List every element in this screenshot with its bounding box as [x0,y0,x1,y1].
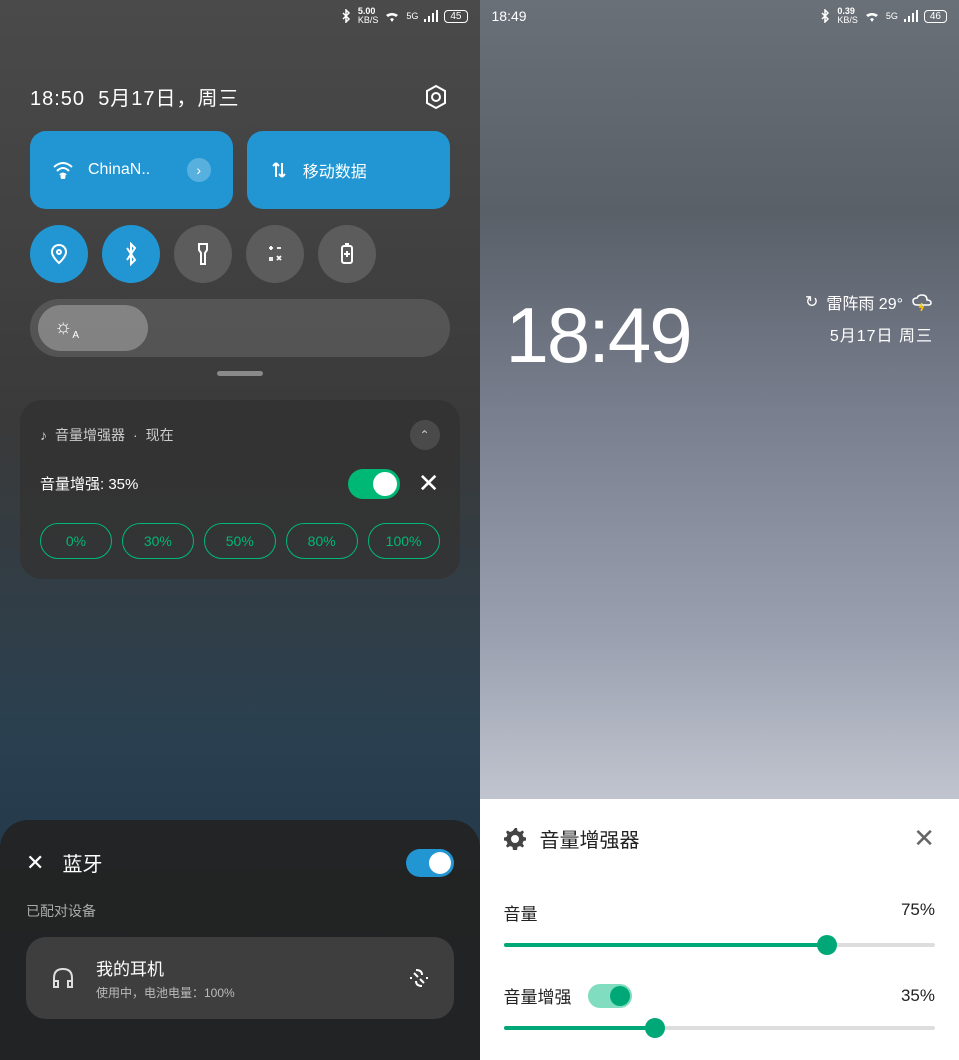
bluetooth-icon [819,9,831,23]
mobile-data-label: 移动数据 [303,158,367,182]
preset-chip-80[interactable]: 80% [286,523,358,559]
bluetooth-title: 蓝牙 [62,848,102,877]
sheet-title: 音量增强器 [540,824,640,853]
header-date: 5月17日，周三 [98,88,239,110]
status-speed: 0.39KB/S [837,7,858,25]
notif-when: 现在 [146,425,174,445]
quick-settings-tiles: ChinaN.. › 移动数据 [0,131,480,376]
status-speed: 5.00KB/S [358,7,379,25]
boost-slider[interactable] [504,1026,936,1030]
calculator-toggle[interactable] [246,225,304,283]
quick-settings-header: 18:50 5月17日，周三 [0,32,480,131]
wifi-icon [384,10,400,22]
disconnect-icon[interactable] [406,965,432,991]
status-bar-left: 5.00KB/S 5G 45 [0,0,480,32]
lockscreen-time: 18:49 [506,290,691,381]
header-time: 18:50 [30,88,85,110]
signal-5g: 5G [886,11,898,21]
drag-handle[interactable] [217,371,263,376]
signal-bars-icon [904,10,918,22]
wifi-tile[interactable]: ChinaN.. › [30,131,233,209]
location-toggle[interactable] [30,225,88,283]
bluetooth-icon [340,9,352,23]
volume-percent: 75% [901,900,935,925]
bluetooth-device-row[interactable]: 我的耳机 使用中，电池电量：100% [26,937,454,1019]
status-bar-right: 18:49 0.39KB/S 5G 46 [480,0,959,32]
weather-text: 雷阵雨 29° [826,290,903,314]
volume-booster-sheet: 音量增强器 ✕ 音量 75% 音量增强 35% [480,799,959,1060]
boost-status-label: 音量增强: 35% [40,473,138,494]
refresh-icon: ↻ [805,292,818,312]
statusbar-time: 18:49 [492,8,527,24]
data-arrows-icon [269,160,289,180]
collapse-icon[interactable]: ⌃ [410,420,440,450]
music-note-icon: ♪ [40,427,47,443]
chevron-right-icon[interactable]: › [187,158,211,182]
lockscreen-weather[interactable]: ↻ 雷阵雨 29° 5月17日 周三 [805,290,933,381]
lockscreen-date: 5月17日 周三 [805,322,933,346]
brightness-knob[interactable]: ☼A [38,305,148,351]
close-icon[interactable]: ✕ [26,850,44,876]
preset-chip-50[interactable]: 50% [204,523,276,559]
bluetooth-master-toggle[interactable] [406,849,454,877]
notif-separator: · [133,427,138,443]
boost-slider-thumb[interactable] [645,1018,665,1038]
boost-enable-toggle[interactable] [588,984,632,1008]
headphones-icon [48,963,78,993]
lockscreen-area: 18:49 ↻ 雷阵雨 29° 5月17日 周三 [480,290,959,381]
preset-chip-0[interactable]: 0% [40,523,112,559]
signal-bars-icon [424,10,438,22]
battery-indicator: 46 [924,10,947,23]
paired-devices-label: 已配对设备 [26,901,454,921]
battery-saver-toggle[interactable] [318,225,376,283]
preset-chip-row: 0% 30% 50% 80% 100% [40,523,440,559]
boost-label: 音量增强 [504,983,572,1008]
volume-label: 音量 [504,900,538,925]
settings-icon[interactable] [422,83,450,111]
close-icon[interactable]: ✕ [418,468,440,499]
boost-percent: 35% [901,986,935,1006]
wifi-icon [864,10,880,22]
mobile-data-tile[interactable]: 移动数据 [247,131,450,209]
preset-chip-30[interactable]: 30% [122,523,194,559]
volume-slider-row: 音量 75% [504,900,936,947]
brightness-slider[interactable]: ☼A [30,299,450,357]
close-icon[interactable]: ✕ [913,823,935,854]
thunder-cloud-icon [911,293,933,311]
signal-5g: 5G [406,11,418,21]
phone-left: 5.00KB/S 5G 45 18:50 5月17日，周三 ChinaN.. › [0,0,480,1060]
device-status: 使用中，电池电量：100% [96,984,235,1001]
volume-slider-fill [504,943,828,947]
preset-chip-100[interactable]: 100% [368,523,440,559]
notif-app-name: 音量增强器 [55,425,125,445]
volume-slider-thumb[interactable] [817,935,837,955]
boost-toggle[interactable] [348,469,400,499]
battery-indicator: 45 [444,10,467,23]
flashlight-toggle[interactable] [174,225,232,283]
bluetooth-panel: ✕ 蓝牙 已配对设备 我的耳机 使用中，电池电量：100% [0,820,480,1060]
bluetooth-toggle[interactable] [102,225,160,283]
phone-right: 18:49 0.39KB/S 5G 46 18:49 ↻ 雷阵雨 29° [480,0,959,1060]
boost-slider-fill [504,1026,655,1030]
wifi-tile-label: ChinaN.. [88,161,150,179]
volume-slider[interactable] [504,943,936,947]
brightness-auto-icon: ☼A [54,316,79,341]
wifi-icon [52,161,74,179]
notification-card[interactable]: ♪ 音量增强器 · 现在 ⌃ 音量增强: 35% ✕ 0% 30% 50% 80… [20,400,460,579]
boost-slider-row: 音量增强 35% [504,983,936,1030]
gear-icon[interactable] [504,828,526,850]
device-name: 我的耳机 [96,955,235,980]
